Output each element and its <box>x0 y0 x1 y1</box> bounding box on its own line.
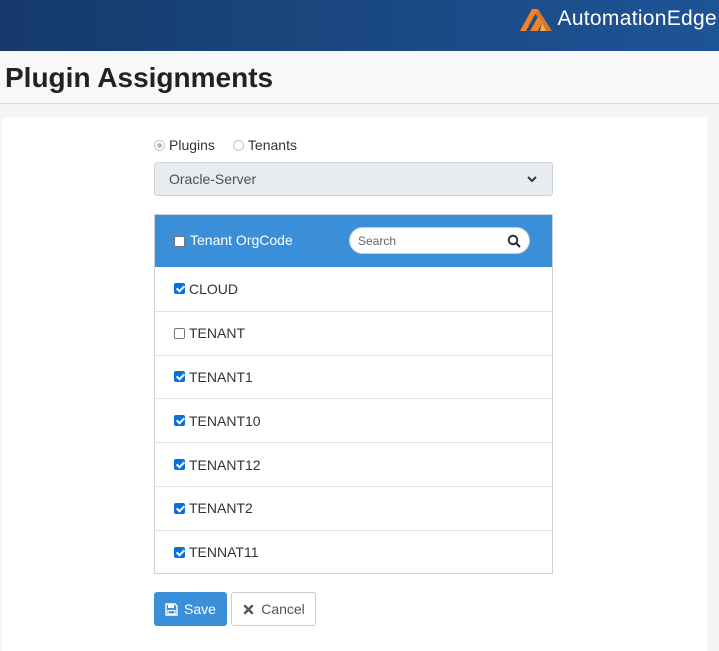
cancel-button-label: Cancel <box>261 601 305 617</box>
radio-plugins-label: Plugins <box>169 137 215 153</box>
table-row: TENANT10 <box>155 398 552 442</box>
table-row: TENANT12 <box>155 442 552 486</box>
save-button[interactable]: Save <box>154 592 227 626</box>
mode-radio-group: Plugins Tenants <box>154 137 315 153</box>
tenant-table: Tenant OrgCode CLOUD TENANT TENANT1 TENA… <box>154 214 553 574</box>
row-checkbox[interactable] <box>174 415 185 427</box>
table-row: TENANT1 <box>155 354 552 399</box>
search-icon[interactable] <box>507 234 521 248</box>
table-row: TENANT2 <box>155 485 552 530</box>
chevron-down-icon <box>527 176 537 183</box>
row-checkbox[interactable] <box>174 502 185 514</box>
row-checkbox[interactable] <box>174 371 185 383</box>
plugin-select-value: Oracle-Server <box>169 171 257 187</box>
brand-logo[interactable]: AutomationEdge <box>516 5 717 33</box>
search-box <box>349 227 530 254</box>
row-label: TENANT1 <box>189 368 253 385</box>
select-all-checkbox[interactable] <box>174 235 185 247</box>
radio-plugins-dot[interactable] <box>154 139 165 151</box>
tenant-rows: CLOUD TENANT TENANT1 TENANT10 TENANT12 T… <box>155 267 552 574</box>
table-row: TENNAT11 <box>155 529 552 574</box>
radio-tenants[interactable]: Tenants <box>232 137 297 153</box>
radio-plugins[interactable]: Plugins <box>154 137 215 153</box>
plugin-select[interactable]: Oracle-Server <box>154 162 553 196</box>
x-icon <box>244 604 254 614</box>
radio-tenants-dot[interactable] <box>232 139 244 151</box>
save-button-label: Save <box>184 601 216 617</box>
tenant-table-header: Tenant OrgCode <box>155 215 552 267</box>
row-label: TENANT2 <box>189 500 253 517</box>
cancel-button[interactable]: Cancel <box>231 592 316 626</box>
table-row: CLOUD <box>155 267 552 311</box>
page-title: Plugin Assignments <box>5 62 274 93</box>
column-header-tenant-orgcode: Tenant OrgCode <box>190 231 293 248</box>
automationedge-logo-icon <box>519 9 552 31</box>
row-label: TENANT <box>189 325 245 342</box>
row-label: TENNAT11 <box>189 544 259 561</box>
row-label: TENANT10 <box>189 412 261 429</box>
row-label: CLOUD <box>189 280 239 297</box>
table-row: TENANT <box>155 310 552 355</box>
row-checkbox[interactable] <box>174 283 185 295</box>
search-input[interactable] <box>358 233 498 248</box>
row-label: TENANT12 <box>189 456 261 473</box>
row-checkbox[interactable] <box>174 546 185 558</box>
floppy-disk-icon <box>165 602 178 616</box>
row-checkbox[interactable] <box>174 459 185 471</box>
brand-name: AutomationEdge <box>557 7 717 30</box>
radio-tenants-label: Tenants <box>247 137 297 153</box>
top-bar: AutomationEdge <box>0 0 719 51</box>
row-checkbox[interactable] <box>174 327 185 339</box>
